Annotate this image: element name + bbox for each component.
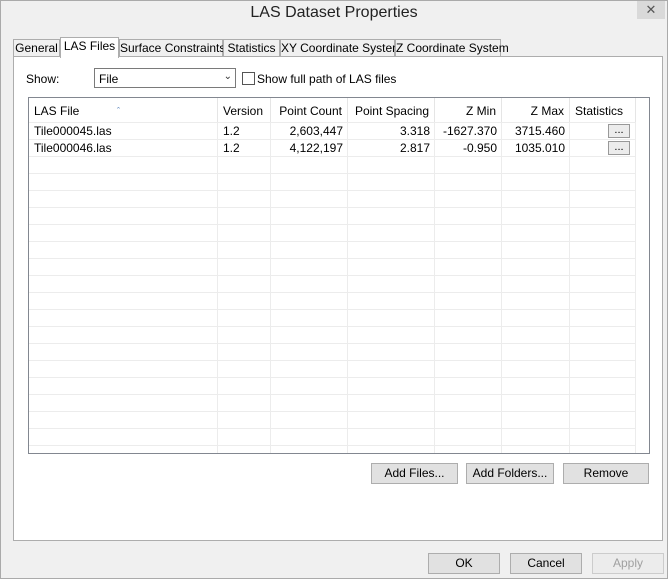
show-label: Show: bbox=[26, 72, 60, 86]
table-row[interactable]: Tile000046.las 1.2 4,122,197 2.817 -0.95… bbox=[29, 140, 649, 157]
table-row[interactable]: Tile000045.las 1.2 2,603,447 3.318 -1627… bbox=[29, 123, 649, 140]
grid-line bbox=[29, 292, 636, 293]
show-full-path-label[interactable]: Show full path of LAS files bbox=[257, 72, 396, 86]
ok-button[interactable]: OK bbox=[428, 553, 500, 574]
grid-line bbox=[217, 122, 218, 453]
cell-z-min: -0.950 bbox=[462, 141, 497, 155]
add-folders-button[interactable]: Add Folders... bbox=[466, 463, 554, 484]
grid-line bbox=[635, 122, 636, 453]
grid-line bbox=[270, 122, 271, 453]
apply-button[interactable]: Apply bbox=[592, 553, 664, 574]
cell-point-spacing: 2.817 bbox=[399, 141, 430, 155]
tab-z-coordinate-system[interactable]: Z Coordinate System bbox=[395, 39, 509, 56]
grid-line bbox=[347, 122, 348, 453]
grid-line bbox=[29, 411, 636, 412]
chevron-down-icon: ⌄ bbox=[223, 71, 232, 82]
grid-line bbox=[29, 190, 636, 191]
grid-line bbox=[29, 241, 636, 242]
remove-button[interactable]: Remove bbox=[563, 463, 649, 484]
grid-line bbox=[501, 122, 502, 453]
close-icon: ✕ bbox=[645, 2, 657, 17]
grid-line bbox=[29, 207, 636, 208]
column-header-version[interactable]: Version bbox=[218, 98, 271, 122]
grid-line bbox=[29, 224, 636, 225]
list-header: LAS File ˆ Version Point Count Point Spa… bbox=[29, 98, 649, 122]
tab-surface-constraints[interactable]: Surface Constraints bbox=[119, 39, 225, 56]
tab-general[interactable]: General bbox=[13, 39, 60, 56]
grid-line bbox=[434, 122, 435, 453]
dialog-title: LAS Dataset Properties bbox=[250, 4, 418, 21]
grid-line bbox=[29, 343, 636, 344]
cell-las-file: Tile000045.las bbox=[34, 124, 112, 138]
grid-line bbox=[569, 122, 570, 453]
tab-xy-coordinate-system[interactable]: XY Coordinate System bbox=[280, 39, 402, 56]
tab-las-files[interactable]: LAS Files bbox=[60, 37, 119, 58]
cancel-button[interactable]: Cancel bbox=[510, 553, 582, 574]
cell-point-count: 2,603,447 bbox=[289, 124, 343, 138]
column-header-statistics[interactable]: Statistics bbox=[570, 98, 636, 122]
grid-line bbox=[29, 309, 636, 310]
grid-line bbox=[29, 428, 636, 429]
grid-line bbox=[29, 173, 636, 174]
tab-statistics[interactable]: Statistics bbox=[223, 39, 280, 56]
cell-version: 1.2 bbox=[223, 141, 240, 155]
close-button[interactable]: ✕ bbox=[637, 1, 665, 19]
column-header-point-spacing[interactable]: Point Spacing bbox=[348, 98, 435, 122]
column-header-las-file[interactable]: LAS File ˆ bbox=[29, 98, 218, 122]
cell-z-max: 1035.010 bbox=[514, 141, 565, 155]
cell-point-spacing: 3.318 bbox=[399, 124, 430, 138]
cell-point-count: 4,122,197 bbox=[289, 141, 343, 155]
cell-version: 1.2 bbox=[223, 124, 240, 138]
column-header-z-min[interactable]: Z Min bbox=[435, 98, 502, 122]
grid-line bbox=[29, 377, 636, 378]
statistics-button[interactable]: ... bbox=[608, 124, 630, 138]
las-dataset-properties-dialog: LAS Dataset Properties ✕ General LAS Fil… bbox=[0, 0, 668, 579]
grid-line bbox=[29, 394, 636, 395]
show-full-path-checkbox[interactable] bbox=[242, 72, 255, 85]
show-dropdown[interactable]: File ⌄ bbox=[94, 68, 236, 88]
grid-line bbox=[29, 360, 636, 361]
grid-line bbox=[29, 258, 636, 259]
grid-line bbox=[29, 445, 636, 446]
column-header-point-count[interactable]: Point Count bbox=[271, 98, 348, 122]
cell-z-max: 3715.460 bbox=[514, 124, 565, 138]
statistics-button[interactable]: ... bbox=[608, 141, 630, 155]
column-header-label: LAS File bbox=[34, 104, 80, 118]
add-files-button[interactable]: Add Files... bbox=[371, 463, 458, 484]
column-header-z-max[interactable]: Z Max bbox=[502, 98, 570, 122]
grid-line bbox=[29, 326, 636, 327]
title-bar: LAS Dataset Properties ✕ bbox=[1, 1, 667, 27]
cell-las-file: Tile000046.las bbox=[34, 141, 112, 155]
las-file-list[interactable]: LAS File ˆ Version Point Count Point Spa… bbox=[28, 97, 650, 454]
show-dropdown-value: File bbox=[99, 72, 119, 86]
las-files-panel: Show: File ⌄ Show full path of LAS files… bbox=[13, 56, 663, 541]
cell-z-min: -1627.370 bbox=[442, 124, 497, 138]
grid-line bbox=[29, 275, 636, 276]
sort-ascending-icon: ˆ bbox=[117, 106, 120, 116]
